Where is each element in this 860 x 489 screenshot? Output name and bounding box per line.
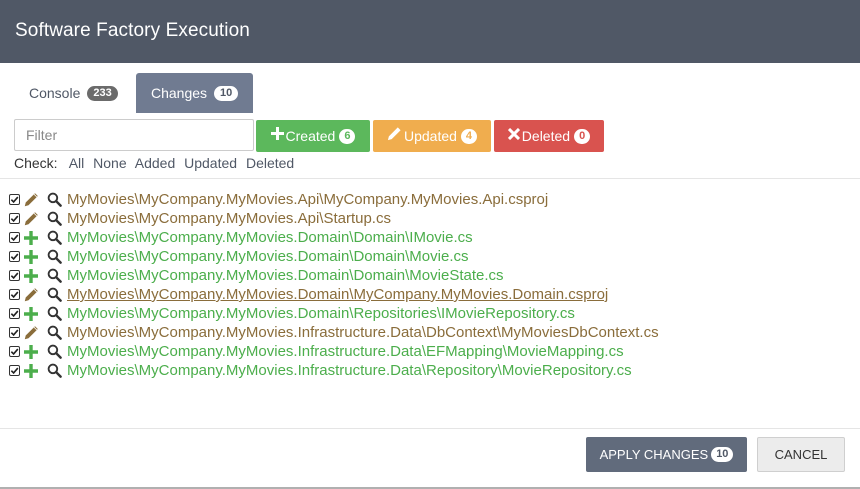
check-added-link[interactable]: Added (135, 155, 175, 171)
close-icon (507, 127, 520, 145)
divider (0, 178, 860, 179)
plus-icon (23, 306, 39, 322)
deleted-filter-label: Deleted (521, 128, 571, 144)
magnifier-icon[interactable] (46, 363, 62, 379)
tab-console-count: 233 (87, 85, 118, 101)
dialog-title: Software Factory Execution (15, 20, 250, 41)
magnifier-icon[interactable] (46, 287, 62, 303)
file-checkbox[interactable] (9, 270, 20, 281)
magnifier-icon[interactable] (46, 306, 62, 322)
file-path-link[interactable]: MyMovies\MyCompany.MyMovies.Domain\Domai… (67, 267, 504, 284)
file-row: MyMovies\MyCompany.MyMovies.Domain\Domai… (9, 228, 659, 247)
plus-icon (23, 249, 39, 265)
plus-icon (270, 127, 284, 145)
file-row: MyMovies\MyCompany.MyMovies.Infrastructu… (9, 342, 659, 361)
file-row: MyMovies\MyCompany.MyMovies.Infrastructu… (9, 361, 659, 380)
created-filter-button[interactable]: Created 6 (256, 120, 370, 152)
check-updated-link[interactable]: Updated (184, 155, 237, 171)
pencil-icon (23, 325, 39, 341)
file-checkbox[interactable] (9, 213, 20, 224)
file-checkbox[interactable] (9, 289, 20, 300)
deleted-count-badge: 0 (574, 128, 591, 144)
apply-changes-button[interactable]: APPLY CHANGES 10 (586, 437, 747, 472)
file-row: MyMovies\MyCompany.MyMovies.Api\MyCompan… (9, 190, 659, 209)
tab-changes-count: 10 (214, 85, 239, 101)
check-label: Check: (14, 155, 58, 171)
file-checkbox[interactable] (9, 327, 20, 338)
created-count-badge: 6 (339, 128, 356, 144)
file-path-link[interactable]: MyMovies\MyCompany.MyMovies.Api\MyCompan… (67, 191, 548, 208)
file-checkbox[interactable] (9, 251, 20, 262)
updated-filter-button[interactable]: Updated 4 (373, 120, 491, 152)
check-deleted-link[interactable]: Deleted (246, 155, 294, 171)
plus-icon (23, 268, 39, 284)
tab-console[interactable]: Console 233 (14, 73, 132, 113)
check-all-link[interactable]: All (69, 155, 85, 171)
magnifier-icon[interactable] (46, 344, 62, 360)
magnifier-icon[interactable] (46, 230, 62, 246)
apply-changes-label: APPLY CHANGES (599, 447, 709, 462)
file-checkbox[interactable] (9, 365, 20, 376)
tab-changes-label: Changes (151, 85, 208, 101)
plus-icon (23, 230, 39, 246)
file-checkbox[interactable] (9, 194, 20, 205)
file-row: MyMovies\MyCompany.MyMovies.Infrastructu… (9, 323, 659, 342)
file-path-link[interactable]: MyMovies\MyCompany.MyMovies.Domain\Domai… (67, 248, 468, 265)
file-path-link[interactable]: MyMovies\MyCompany.MyMovies.Domain\MyCom… (67, 286, 608, 303)
dialog-header: Software Factory Execution (0, 0, 860, 63)
plus-icon (23, 363, 39, 379)
tab-changes[interactable]: Changes 10 (136, 73, 253, 113)
magnifier-icon[interactable] (46, 325, 62, 341)
magnifier-icon[interactable] (46, 249, 62, 265)
plus-icon (23, 344, 39, 360)
file-checkbox[interactable] (9, 232, 20, 243)
file-row: MyMovies\MyCompany.MyMovies.Domain\Domai… (9, 247, 659, 266)
magnifier-icon[interactable] (46, 211, 62, 227)
file-checkbox[interactable] (9, 308, 20, 319)
updated-count-badge: 4 (460, 128, 478, 144)
magnifier-icon[interactable] (46, 192, 62, 208)
file-checkbox[interactable] (9, 346, 20, 357)
filter-input[interactable] (14, 119, 254, 151)
file-path-link[interactable]: MyMovies\MyCompany.MyMovies.Infrastructu… (67, 362, 632, 379)
check-selector: Check: All None Added Updated Deleted (14, 155, 299, 171)
file-row: MyMovies\MyCompany.MyMovies.Domain\Repos… (9, 304, 659, 323)
file-path-link[interactable]: MyMovies\MyCompany.MyMovies.Api\Startup.… (67, 210, 391, 227)
pencil-icon (23, 287, 39, 303)
file-path-link[interactable]: MyMovies\MyCompany.MyMovies.Domain\Repos… (67, 305, 575, 322)
pencil-icon (23, 211, 39, 227)
cancel-button[interactable]: CANCEL (757, 437, 845, 472)
check-none-link[interactable]: None (93, 155, 126, 171)
file-path-link[interactable]: MyMovies\MyCompany.MyMovies.Infrastructu… (67, 324, 659, 341)
file-row: MyMovies\MyCompany.MyMovies.Domain\Domai… (9, 266, 659, 285)
created-filter-label: Created (285, 128, 336, 144)
pencil-icon (387, 126, 402, 146)
file-path-link[interactable]: MyMovies\MyCompany.MyMovies.Domain\Domai… (67, 229, 473, 246)
tab-console-label: Console (29, 85, 81, 101)
pencil-icon (23, 192, 39, 208)
apply-changes-count: 10 (711, 447, 734, 462)
file-row: MyMovies\MyCompany.MyMovies.Domain\MyCom… (9, 285, 659, 304)
file-path-link[interactable]: MyMovies\MyCompany.MyMovies.Infrastructu… (67, 343, 624, 360)
divider (0, 428, 860, 429)
file-row: MyMovies\MyCompany.MyMovies.Api\Startup.… (9, 209, 659, 228)
magnifier-icon[interactable] (46, 268, 62, 284)
deleted-filter-button[interactable]: Deleted 0 (494, 120, 604, 152)
updated-filter-label: Updated (403, 128, 457, 144)
changed-files-list: MyMovies\MyCompany.MyMovies.Api\MyCompan… (9, 190, 659, 380)
